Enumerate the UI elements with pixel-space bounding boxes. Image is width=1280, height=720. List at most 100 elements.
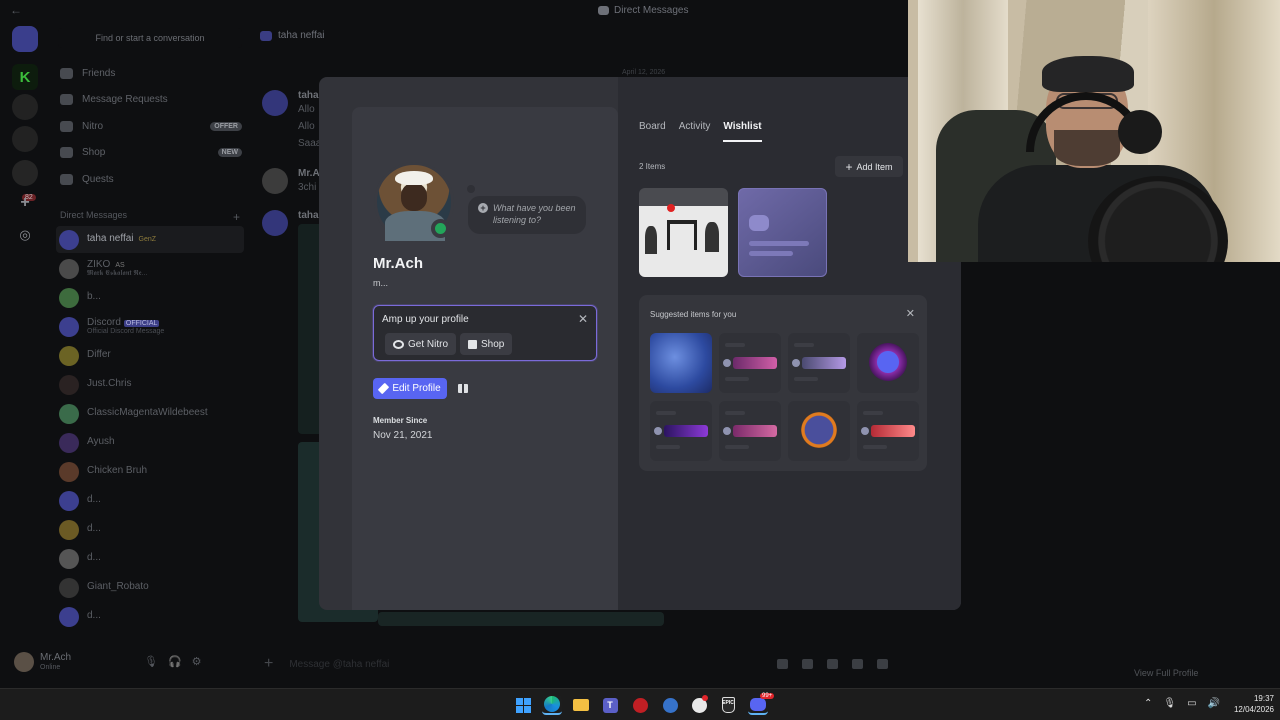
quests-icon <box>60 173 73 185</box>
nav-nitro[interactable]: Nitro OFFER <box>58 115 242 137</box>
shop-icon <box>60 146 73 158</box>
dm-item[interactable]: d... <box>56 603 244 630</box>
dm-item[interactable]: Just.Chris <box>56 371 244 398</box>
avatar <box>59 287 79 308</box>
dm-item[interactable]: ZIKO AS 𝕸𝖆𝖗𝖐 𝕰𝖘𝖐𝖆𝖑𝖆𝖓𝖙 𝕽𝖊... <box>56 255 244 282</box>
close-icon[interactable]: ✕ <box>906 307 915 320</box>
dm-item[interactable]: Chicken Bruh <box>56 458 244 485</box>
gift-button[interactable] <box>455 380 471 396</box>
chat-header: taha neffai <box>260 30 325 41</box>
taskbar-edge[interactable] <box>542 695 562 715</box>
message-image[interactable] <box>378 612 664 626</box>
dm-item[interactable]: Discord OFFICIAL Official Discord Message <box>56 313 244 340</box>
display-icon[interactable]: ▭ <box>1187 698 1196 709</box>
suggested-item[interactable] <box>857 333 919 393</box>
home-discord-icon[interactable] <box>12 26 38 52</box>
profile-username: m... <box>373 278 388 288</box>
wishlist-item[interactable] <box>639 188 728 277</box>
taskbar-app[interactable] <box>660 695 680 715</box>
sticker-icon[interactable] <box>827 659 838 669</box>
view-full-profile-link[interactable]: View Full Profile <box>1134 668 1198 678</box>
suggested-item[interactable] <box>788 401 850 461</box>
wishlist-count: 2 Items <box>639 162 666 171</box>
discord-icon <box>750 697 766 711</box>
discover-compass-icon[interactable]: ◎ <box>12 222 38 248</box>
suggested-item[interactable] <box>650 333 712 393</box>
taskbar-teams[interactable]: T <box>600 695 620 715</box>
profile-tabs: Board Activity Wishlist <box>639 121 762 142</box>
taskbar-clock[interactable]: 19:37 12/04/2026 <box>1218 693 1274 715</box>
avatar <box>262 90 288 116</box>
dm-item[interactable]: Differ <box>56 342 244 369</box>
add-item-button[interactable]: + Add Item <box>835 156 903 177</box>
online-status-icon <box>431 219 450 238</box>
tab-activity[interactable]: Activity <box>679 121 711 142</box>
server-icon[interactable] <box>12 126 38 152</box>
tab-wishlist[interactable]: Wishlist <box>723 121 762 142</box>
server-list: K 82 + ◎ <box>0 22 48 642</box>
shop-icon <box>468 339 477 349</box>
avatar <box>59 577 79 598</box>
server-icon[interactable] <box>12 160 38 186</box>
dm-item[interactable]: Giant_Robato <box>56 574 244 601</box>
system-tray: ⌃ 🎙 ▭ 🔊 <box>1144 698 1220 709</box>
dm-item[interactable]: b... <box>56 284 244 311</box>
windows-start-button[interactable] <box>513 695 533 715</box>
folder-icon <box>573 699 589 711</box>
now-playing-bubble[interactable]: + What have you been listening to? <box>468 196 586 234</box>
edit-profile-button[interactable]: Edit Profile <box>373 378 447 399</box>
emoji-icon[interactable] <box>852 659 863 669</box>
suggested-item[interactable] <box>650 401 712 461</box>
apps-icon[interactable] <box>877 659 888 669</box>
nitro-icon <box>60 120 73 132</box>
member-since-date: Nov 21, 2021 <box>373 430 433 441</box>
find-conversation-search[interactable]: Find or start a conversation <box>58 28 242 48</box>
message-composer[interactable]: + Message @taha neffai <box>260 650 896 678</box>
nav-quests[interactable]: Quests <box>58 168 242 190</box>
taskbar-app[interactable] <box>630 695 650 715</box>
avatar[interactable] <box>14 652 34 672</box>
dm-item[interactable]: d... <box>56 516 244 543</box>
chevron-up-icon[interactable]: ⌃ <box>1144 698 1152 709</box>
microphone-icon[interactable]: 🎙 <box>1163 698 1176 709</box>
headphones-icon[interactable]: 🎧 <box>168 655 182 668</box>
red-app-icon <box>632 697 648 713</box>
taskbar-github[interactable] <box>689 695 709 715</box>
shop-button[interactable]: Shop <box>460 333 513 355</box>
nav-friends[interactable]: Friends <box>58 62 242 84</box>
suggested-item[interactable] <box>719 333 781 393</box>
add-server-icon[interactable]: + <box>12 190 38 216</box>
get-nitro-button[interactable]: Get Nitro <box>385 333 457 355</box>
server-k-icon[interactable]: K <box>12 64 38 90</box>
dm-item[interactable]: Ayush <box>56 429 244 456</box>
suggested-item[interactable] <box>857 401 919 461</box>
back-arrow-icon[interactable]: ← <box>10 3 22 17</box>
avatar <box>59 229 79 250</box>
suggested-item[interactable] <box>719 401 781 461</box>
taskbar-file-explorer[interactable] <box>571 695 591 715</box>
microphone-icon[interactable]: 🎙 <box>144 655 158 668</box>
avatar <box>262 210 288 236</box>
user-avatar-icon <box>260 30 272 41</box>
taskbar-epic-games[interactable]: EPIC <box>718 695 738 715</box>
tab-board[interactable]: Board <box>639 121 666 142</box>
windows-logo-icon <box>515 697 531 713</box>
nav-shop[interactable]: Shop NEW <box>58 141 242 163</box>
dm-item[interactable]: taha neffai GenZ <box>56 226 244 253</box>
suggested-item[interactable] <box>788 333 850 393</box>
taskbar: T EPIC 99+ ⌃ 🎙 ▭ 🔊 19:37 12/04/2026 <box>0 688 1280 720</box>
close-icon[interactable]: ✕ <box>578 312 588 326</box>
taskbar-discord[interactable]: 99+ <box>748 693 775 715</box>
dm-item[interactable]: d... <box>56 487 244 514</box>
gift-icon[interactable] <box>777 659 788 669</box>
settings-gear-icon[interactable]: ⚙ <box>192 655 202 668</box>
dm-item[interactable]: d... <box>56 545 244 572</box>
avatar <box>59 519 79 540</box>
nav-message-requests[interactable]: Message Requests <box>58 88 242 110</box>
dm-item[interactable]: ClassicMagentaWildebeest <box>56 400 244 427</box>
create-dm-plus-icon[interactable]: + <box>233 210 240 224</box>
gif-icon[interactable] <box>802 659 813 669</box>
wishlist-item[interactable] <box>738 188 827 277</box>
attach-plus-icon[interactable]: + <box>264 655 273 673</box>
server-icon[interactable] <box>12 94 38 120</box>
